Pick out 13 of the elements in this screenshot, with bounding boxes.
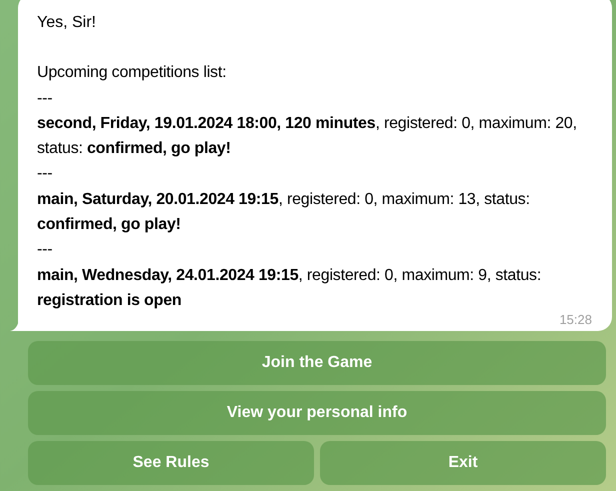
message-text: --- [37, 88, 54, 109]
message-time: 15:28 [559, 313, 592, 328]
keyboard-button[interactable]: Join the Game [28, 341, 606, 386]
keyboard-button[interactable]: Exit [320, 441, 606, 486]
keyboard-button[interactable]: View your personal info [28, 391, 606, 436]
message-text: second, Friday, 19.01.2024 18:00, 120 minutes, registered: 0, maximum: 20, status: confirmed, go play! [37, 114, 578, 160]
message-text: main, Wednesday, 24.01.2024 19:15, registered: 0, maximum: 9, status: registration is open [37, 266, 542, 311]
message-text: main, Saturday, 20.01.2024 19:15, registered: 0, maximum: 13, status: confirmed, go play! [37, 190, 531, 236]
message-text: Yes, Sir! [37, 13, 97, 33]
message-text: Upcoming competitions list: [37, 63, 228, 84]
message-text: --- [37, 164, 54, 184]
keyboard-button[interactable]: See Rules [28, 441, 314, 486]
message-text: --- [37, 240, 54, 260]
